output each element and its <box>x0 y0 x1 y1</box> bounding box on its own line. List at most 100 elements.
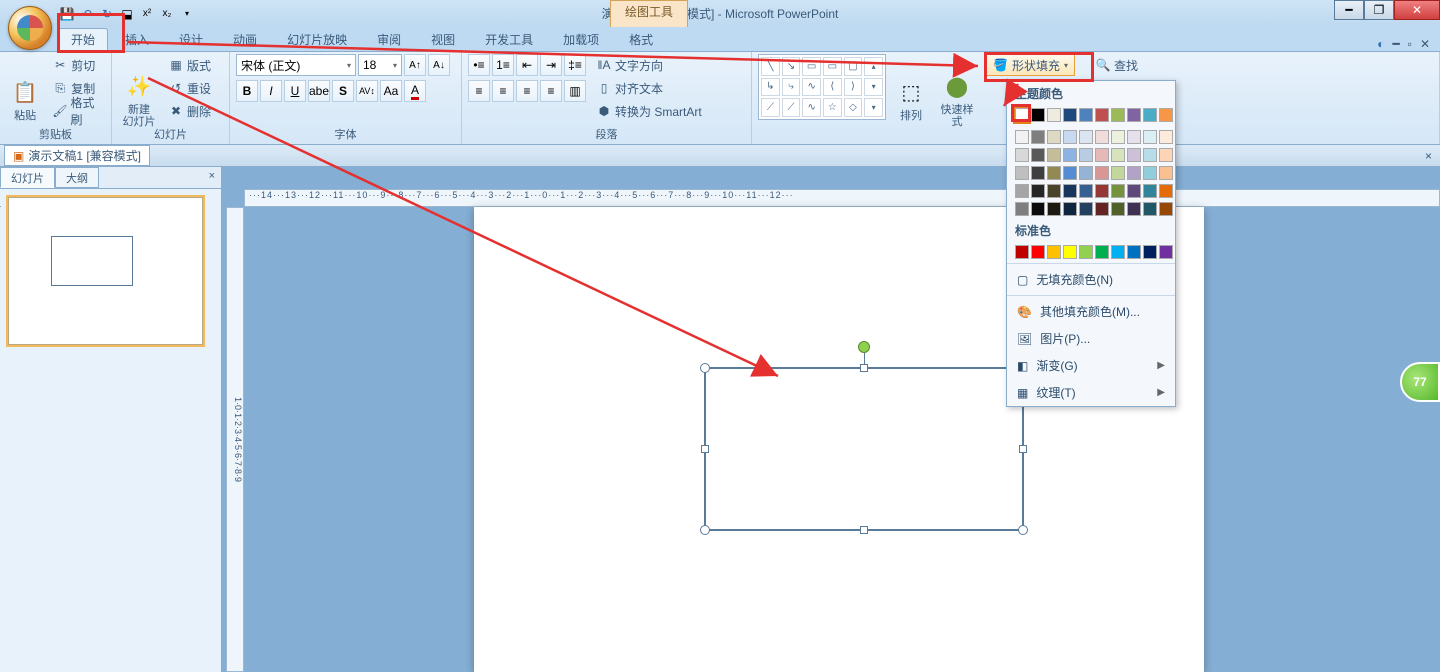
shapes-gallery[interactable]: ╲ ↘ ▭ ▭ ▢ ▴ ↳ ⤷ ∿ ⟨ ⟩ ▾ ⟋ ⟋ ∿ ☆ ◇ ▾ <box>758 54 886 120</box>
qat-item-2[interactable]: x² <box>138 5 156 23</box>
resize-handle-n[interactable] <box>860 364 868 372</box>
color-swatch[interactable] <box>1015 148 1029 162</box>
color-swatch[interactable] <box>1079 245 1093 259</box>
color-swatch[interactable] <box>1095 202 1109 216</box>
shape-curve2[interactable]: ∿ <box>802 98 821 117</box>
side-panel-close-icon[interactable]: × <box>209 170 215 182</box>
shape-connector2[interactable]: ⤷ <box>782 78 801 97</box>
underline-button[interactable]: U <box>284 80 306 102</box>
color-swatch[interactable] <box>1031 166 1045 180</box>
ribbon-minimize-icon[interactable]: ━ <box>1392 37 1399 51</box>
tab-home[interactable]: 开始 <box>58 28 108 51</box>
side-tab-slides[interactable]: 幻灯片 <box>0 167 55 188</box>
indent-inc-button[interactable]: ⇥ <box>540 54 562 76</box>
delete-slide-button[interactable]: ✖删除 <box>164 100 215 122</box>
color-swatch[interactable] <box>1127 202 1141 216</box>
color-swatch[interactable] <box>1143 184 1157 198</box>
color-swatch[interactable] <box>1159 202 1173 216</box>
shrink-font-button[interactable]: A↓ <box>428 54 450 76</box>
tab-review[interactable]: 审阅 <box>364 28 414 51</box>
color-swatch[interactable] <box>1079 184 1093 198</box>
color-swatch[interactable] <box>1159 130 1173 144</box>
color-swatch[interactable] <box>1031 130 1045 144</box>
color-swatch[interactable] <box>1111 148 1125 162</box>
color-swatch[interactable] <box>1127 245 1141 259</box>
color-swatch[interactable] <box>1127 130 1141 144</box>
columns-button[interactable]: ▥ <box>564 80 586 102</box>
color-swatch[interactable] <box>1063 148 1077 162</box>
ribbon-close-icon[interactable]: ✕ <box>1420 37 1430 51</box>
tab-view[interactable]: 视图 <box>418 28 468 51</box>
shape-scribble[interactable]: ⟋ <box>782 98 801 117</box>
format-painter-button[interactable]: 🖌格式刷 <box>48 100 105 122</box>
color-swatch[interactable] <box>1159 184 1173 198</box>
color-swatch[interactable] <box>1127 184 1141 198</box>
color-swatch[interactable] <box>1111 184 1125 198</box>
bullets-button[interactable]: •≡ <box>468 54 490 76</box>
color-swatch[interactable] <box>1031 202 1045 216</box>
minimize-button[interactable]: ━ <box>1334 0 1364 20</box>
color-swatch[interactable] <box>1127 166 1141 180</box>
shape-rect2[interactable]: ▭ <box>823 57 842 76</box>
color-swatch[interactable] <box>1015 184 1029 198</box>
color-swatch[interactable] <box>1111 130 1125 144</box>
color-swatch[interactable] <box>1143 108 1157 122</box>
shape-rect3[interactable]: ▢ <box>844 57 863 76</box>
office-button[interactable] <box>8 6 52 50</box>
align-right-button[interactable]: ≡ <box>516 80 538 102</box>
color-swatch[interactable] <box>1063 108 1077 122</box>
shape-fill-button[interactable]: 🪣 形状填充 ▾ <box>986 54 1075 76</box>
color-swatch[interactable] <box>1143 202 1157 216</box>
tab-addins[interactable]: 加载项 <box>550 28 612 51</box>
grow-font-button[interactable]: A↑ <box>404 54 426 76</box>
selected-rectangle-shape[interactable] <box>704 367 1024 531</box>
color-swatch[interactable] <box>1079 166 1093 180</box>
color-swatch[interactable] <box>1111 108 1125 122</box>
color-swatch[interactable] <box>1143 166 1157 180</box>
qat-item-1[interactable]: ⬓ <box>118 5 136 23</box>
shape-curve[interactable]: ∿ <box>802 78 821 97</box>
resize-handle-w[interactable] <box>701 445 709 453</box>
color-swatch[interactable] <box>1063 184 1077 198</box>
resize-handle-s[interactable] <box>860 526 868 534</box>
picture-fill-option[interactable]: 🖼图片(P)... <box>1007 325 1175 352</box>
reset-button[interactable]: ↺重设 <box>164 77 215 99</box>
color-swatch[interactable] <box>1143 245 1157 259</box>
shape-brace2[interactable]: ⟩ <box>844 78 863 97</box>
no-fill-option[interactable]: ▢无填充颜色(N) <box>1007 266 1175 293</box>
color-swatch[interactable] <box>1031 108 1045 122</box>
color-swatch[interactable] <box>1111 166 1125 180</box>
color-swatch[interactable] <box>1031 184 1045 198</box>
color-swatch[interactable] <box>1079 148 1093 162</box>
bold-button[interactable]: B <box>236 80 258 102</box>
line-spacing-button[interactable]: ‡≡ <box>564 54 586 76</box>
slide-thumbnail-1[interactable]: 1 <box>8 197 203 345</box>
align-left-button[interactable]: ≡ <box>468 80 490 102</box>
tab-animation[interactable]: 动画 <box>220 28 270 51</box>
shapes-more-icon[interactable]: ▾ <box>864 98 883 117</box>
color-swatch[interactable] <box>1047 166 1061 180</box>
tab-insert[interactable]: 插入 <box>112 28 162 51</box>
resize-handle-e[interactable] <box>1019 445 1027 453</box>
color-swatch[interactable] <box>1015 245 1029 259</box>
save-icon[interactable]: 💾 <box>58 5 76 23</box>
close-button[interactable]: ✕ <box>1394 0 1440 20</box>
color-swatch[interactable] <box>1079 202 1093 216</box>
color-swatch[interactable] <box>1159 245 1173 259</box>
color-swatch[interactable] <box>1015 166 1029 180</box>
color-swatch[interactable] <box>1031 245 1045 259</box>
shapes-row-up-icon[interactable]: ▴ <box>864 57 883 76</box>
align-text-button[interactable]: ▯对齐文本 <box>592 77 706 99</box>
strikethrough-button[interactable]: abe <box>308 80 330 102</box>
floating-badge[interactable]: 77 <box>1400 362 1440 402</box>
color-swatch[interactable] <box>1095 108 1109 122</box>
color-swatch[interactable] <box>1015 130 1029 144</box>
italic-button[interactable]: I <box>260 80 282 102</box>
tab-format[interactable]: 格式 <box>616 28 666 51</box>
ribbon-restore-icon[interactable]: ▫ <box>1408 37 1412 51</box>
color-swatch[interactable] <box>1015 108 1029 122</box>
color-swatch[interactable] <box>1095 245 1109 259</box>
document-tabs-close-icon[interactable]: × <box>1425 149 1432 163</box>
convert-smartart-button[interactable]: ⬢转换为 SmartArt <box>592 100 706 122</box>
qat-dropdown-icon[interactable]: ▾ <box>178 5 196 23</box>
